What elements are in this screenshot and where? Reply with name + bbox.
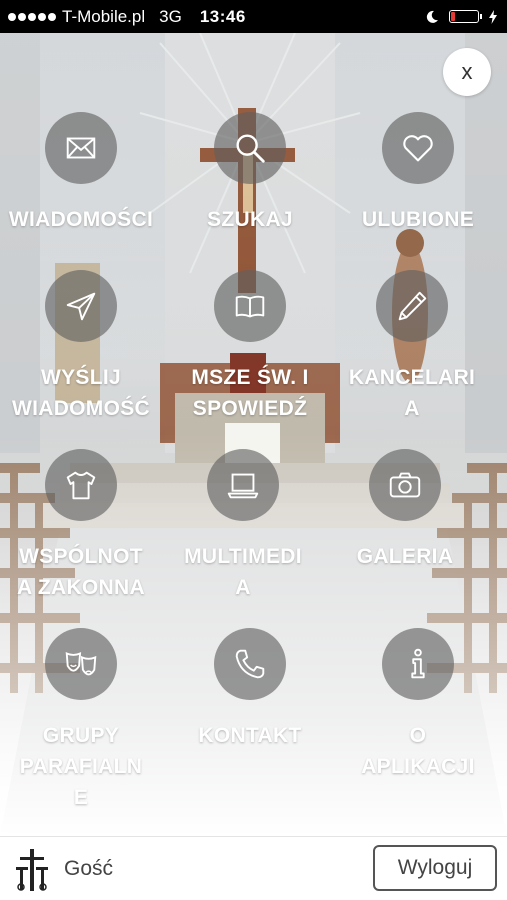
menu-item-kancelaria[interactable]: KANCELARI A xyxy=(332,270,492,424)
menu-item-msze-spowiedz[interactable]: MSZE ŚW. I SPOWIEDŹ xyxy=(170,270,330,424)
menu-item-label: O APLIKACJI xyxy=(361,724,475,778)
user-name: Gość xyxy=(64,857,114,880)
battery-icon xyxy=(449,10,482,23)
camera-icon xyxy=(369,449,441,521)
network-type: 3G xyxy=(159,6,182,26)
pencil-icon xyxy=(376,270,448,342)
menu-item-label: WYŚLIJ WIADOMOŚĆ xyxy=(11,366,151,420)
close-button[interactable]: x xyxy=(443,48,491,96)
footer-bar: Gość Wyloguj xyxy=(0,836,507,900)
envelope-icon xyxy=(45,112,117,184)
menu-item-label: GRUPY PARAFIALN E xyxy=(19,724,143,809)
signal-strength-icon xyxy=(8,12,56,21)
charging-icon xyxy=(489,9,497,24)
menu-item-wyslij-wiadomosc[interactable]: WYŚLIJ WIADOMOŚĆ xyxy=(1,270,161,424)
close-icon: x xyxy=(461,59,473,84)
menu-item-label: SZUKAJ xyxy=(207,208,293,231)
menu-item-grupy-parafialne[interactable]: GRUPY PARAFIALN E xyxy=(1,628,161,813)
search-icon xyxy=(214,112,286,184)
menu-item-label: WIADOMOŚCI xyxy=(8,208,154,231)
menu-item-label: ULUBIONE xyxy=(361,208,475,231)
menu-item-label: MULTIMEDI A xyxy=(184,545,302,599)
menu-item-label: GALERIA xyxy=(356,545,454,568)
menu-item-ulubione[interactable]: ULUBIONE xyxy=(338,112,498,235)
status-time: 13:46 xyxy=(199,6,246,26)
menu-item-label: WSPÓLNOT A ZAKONNA xyxy=(17,545,145,599)
logout-button[interactable]: Wyloguj xyxy=(373,845,497,891)
book-icon xyxy=(214,270,286,342)
menu-item-label: KONTAKT xyxy=(198,724,302,747)
heart-icon xyxy=(382,112,454,184)
menu-item-szukaj[interactable]: SZUKAJ xyxy=(170,112,330,235)
theater-masks-icon xyxy=(45,628,117,700)
info-icon xyxy=(382,628,454,700)
moon-icon xyxy=(426,10,438,23)
status-bar: T-Mobile.pl 3G 13:46 xyxy=(0,0,507,33)
menu-item-wiadomosci[interactable]: WIADOMOŚCI xyxy=(1,112,161,235)
tshirt-icon xyxy=(45,449,117,521)
laptop-icon xyxy=(207,449,279,521)
menu-item-kontakt[interactable]: KONTAKT xyxy=(170,628,330,751)
paper-plane-icon xyxy=(45,270,117,342)
parish-logo-icon xyxy=(16,849,48,891)
menu-item-galeria[interactable]: GALERIA xyxy=(325,449,485,572)
menu-item-o-aplikacji[interactable]: O APLIKACJI xyxy=(338,628,498,782)
phone-icon xyxy=(214,628,286,700)
carrier-name: T-Mobile.pl xyxy=(62,6,146,26)
menu-item-multimedia[interactable]: MULTIMEDI A xyxy=(163,449,323,603)
menu-item-wspolnota-zakonna[interactable]: WSPÓLNOT A ZAKONNA xyxy=(1,449,161,603)
menu-item-label: KANCELARI A xyxy=(348,366,476,420)
menu-item-label: MSZE ŚW. I SPOWIEDŹ xyxy=(191,366,309,420)
